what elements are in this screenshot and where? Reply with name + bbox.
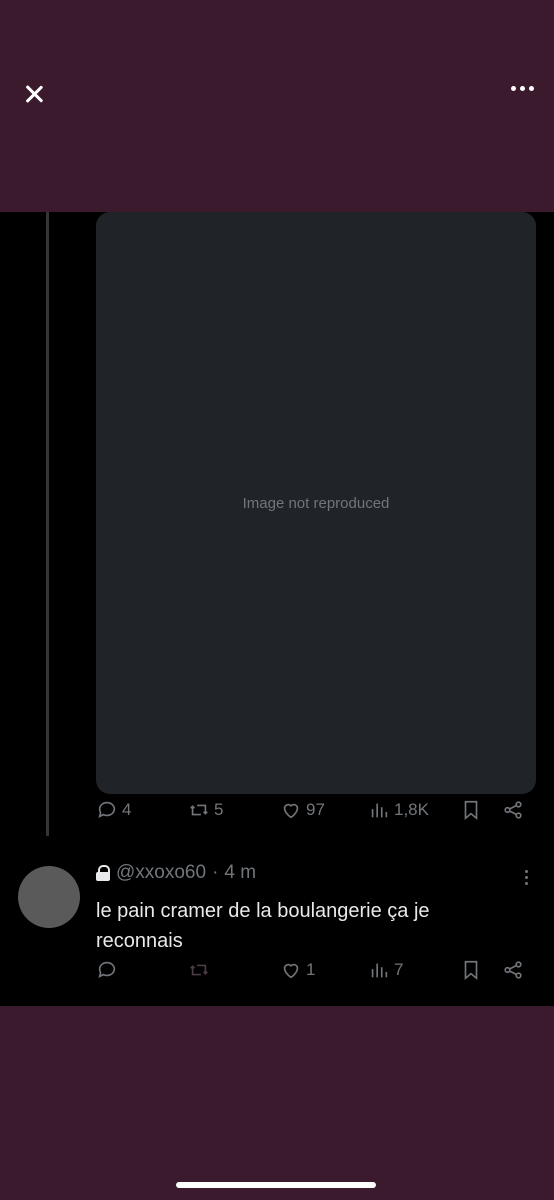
bookmark-icon xyxy=(464,800,478,821)
heart-icon xyxy=(283,963,299,979)
lock-icon xyxy=(96,865,110,881)
bookmark-button[interactable] xyxy=(460,959,482,981)
reply-timestamp: 4 m xyxy=(224,862,257,883)
retweet-icon xyxy=(190,804,208,816)
thread-panel: Image not reproduced 4 5 97 1,8K @xxoxo6… xyxy=(0,212,554,1006)
reply-button[interactable]: 4 xyxy=(96,799,131,821)
share-icon xyxy=(504,961,522,979)
dot xyxy=(525,882,528,885)
reply-count: 4 xyxy=(122,800,132,819)
media-placeholder-label: Image not reproduced xyxy=(242,494,390,512)
views-chart-icon xyxy=(371,963,388,978)
like-count: 1 xyxy=(306,960,316,979)
share-button[interactable] xyxy=(502,959,524,981)
reply-more-options-button[interactable] xyxy=(525,870,528,885)
avatar[interactable] xyxy=(18,866,80,928)
reply-icon xyxy=(98,801,116,818)
dot xyxy=(529,86,534,91)
more-options-button[interactable] xyxy=(511,86,534,91)
views-button[interactable]: 1,8K xyxy=(368,799,429,821)
bookmark-button[interactable] xyxy=(460,799,482,821)
close-button[interactable] xyxy=(20,80,48,108)
dot xyxy=(525,876,528,879)
bookmark-icon xyxy=(464,960,478,981)
views-chart-icon xyxy=(371,803,388,818)
dot xyxy=(511,86,516,91)
like-count: 97 xyxy=(306,800,325,819)
media-viewer-header xyxy=(0,0,554,212)
reply-handle[interactable]: @xxoxo60 xyxy=(116,862,206,884)
share-button[interactable] xyxy=(502,799,524,821)
heart-icon xyxy=(283,803,299,819)
like-button[interactable]: 97 xyxy=(280,799,325,821)
dot xyxy=(525,870,528,873)
thread-connector-line xyxy=(46,212,49,836)
reply-text: le pain cramer de la boulangerie ça je r… xyxy=(96,900,430,952)
like-button[interactable]: 1 xyxy=(280,959,315,981)
dot xyxy=(520,86,525,91)
retweet-icon xyxy=(190,964,208,976)
retweet-button[interactable] xyxy=(188,959,210,981)
tweet-media[interactable]: Image not reproduced xyxy=(96,212,536,794)
views-count: 1,8K xyxy=(394,800,429,819)
reply-header: @xxoxo60 · 4 m xyxy=(96,862,256,884)
share-icon xyxy=(504,801,522,819)
reply-icon xyxy=(98,961,116,978)
retweet-count: 5 xyxy=(214,800,224,819)
views-count: 7 xyxy=(394,960,404,979)
retweet-button[interactable]: 5 xyxy=(188,799,223,821)
home-indicator xyxy=(176,1182,376,1188)
views-button[interactable]: 7 xyxy=(368,959,403,981)
reply-button[interactable] xyxy=(96,959,118,981)
separator: · xyxy=(212,862,219,883)
